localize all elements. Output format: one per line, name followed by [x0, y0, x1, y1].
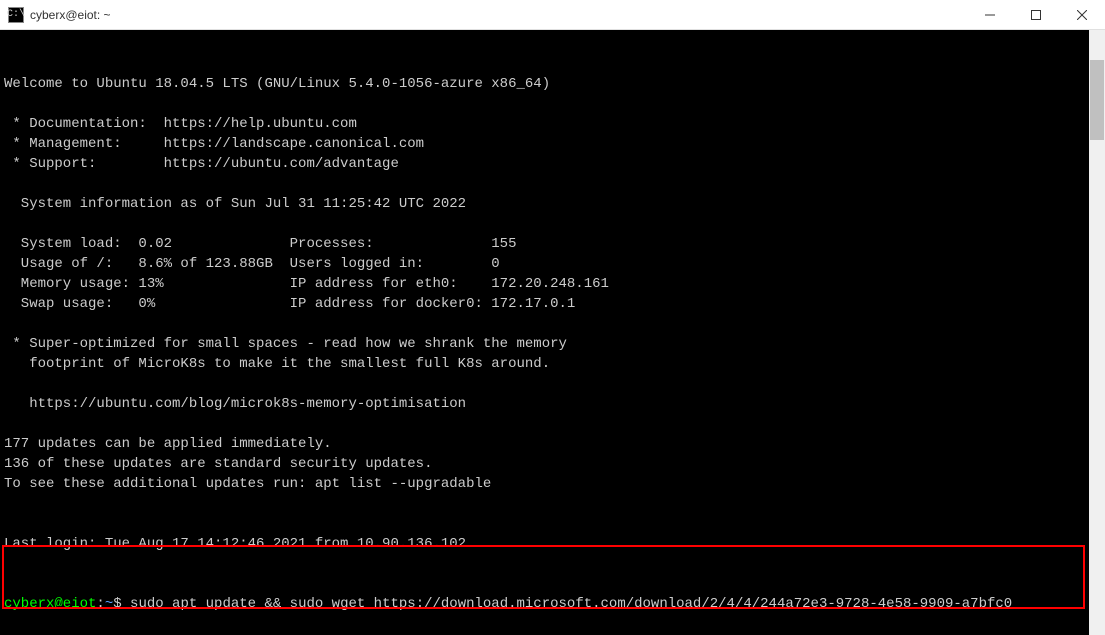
motd-line: * Super-optimized for small spaces - rea…: [4, 334, 1089, 354]
minimize-button[interactable]: [967, 0, 1013, 30]
command-text-0: sudo apt update && sudo wget https://dow…: [122, 596, 1013, 612]
motd-line: * Management: https://landscape.canonica…: [4, 134, 1089, 154]
prompt-sigil: $: [113, 596, 121, 612]
window-titlebar: C:\ cyberx@eiot: ~: [0, 0, 1105, 30]
motd-line: [4, 214, 1089, 234]
command-prompt-line: cyberx@eiot:~$ sudo apt update && sudo w…: [4, 594, 1089, 614]
motd-line: Last login: Tue Aug 17 14:12:46 2021 fro…: [4, 534, 1089, 554]
motd-line: [4, 94, 1089, 114]
motd-line: System information as of Sun Jul 31 11:2…: [4, 194, 1089, 214]
motd-line: * Documentation: https://help.ubuntu.com: [4, 114, 1089, 134]
terminal-output[interactable]: Welcome to Ubuntu 18.04.5 LTS (GNU/Linux…: [0, 30, 1089, 635]
prompt-user-host: cyberx@eiot: [4, 596, 96, 612]
motd-line: [4, 414, 1089, 434]
motd-line: [4, 374, 1089, 394]
motd-line: Memory usage: 13% IP address for eth0: 1…: [4, 274, 1089, 294]
window-controls: [967, 0, 1105, 30]
motd-line: Usage of /: 8.6% of 123.88GB Users logge…: [4, 254, 1089, 274]
motd-line: 177 updates can be applied immediately.: [4, 434, 1089, 454]
motd-line: Welcome to Ubuntu 18.04.5 LTS (GNU/Linux…: [4, 74, 1089, 94]
close-button[interactable]: [1059, 0, 1105, 30]
motd-line: To see these additional updates run: apt…: [4, 474, 1089, 494]
motd-line: footprint of MicroK8s to make it the sma…: [4, 354, 1089, 374]
window-title: cyberx@eiot: ~: [30, 8, 111, 22]
motd-line: [4, 174, 1089, 194]
motd-line: * Support: https://ubuntu.com/advantage: [4, 154, 1089, 174]
prompt-path: ~: [105, 596, 113, 612]
motd-line: [4, 314, 1089, 334]
motd-line: https://ubuntu.com/blog/microk8s-memory-…: [4, 394, 1089, 414]
scrollbar-thumb[interactable]: [1090, 60, 1104, 140]
motd-line: 136 of these updates are standard securi…: [4, 454, 1089, 474]
motd-line: System load: 0.02 Processes: 155: [4, 234, 1089, 254]
terminal-icon: C:\: [8, 7, 24, 23]
maximize-button[interactable]: [1013, 0, 1059, 30]
scrollbar-track[interactable]: [1089, 30, 1105, 635]
motd-line: [4, 514, 1089, 534]
motd-line: Swap usage: 0% IP address for docker0: 1…: [4, 294, 1089, 314]
motd-line: [4, 494, 1089, 514]
prompt-separator: :: [96, 596, 104, 612]
